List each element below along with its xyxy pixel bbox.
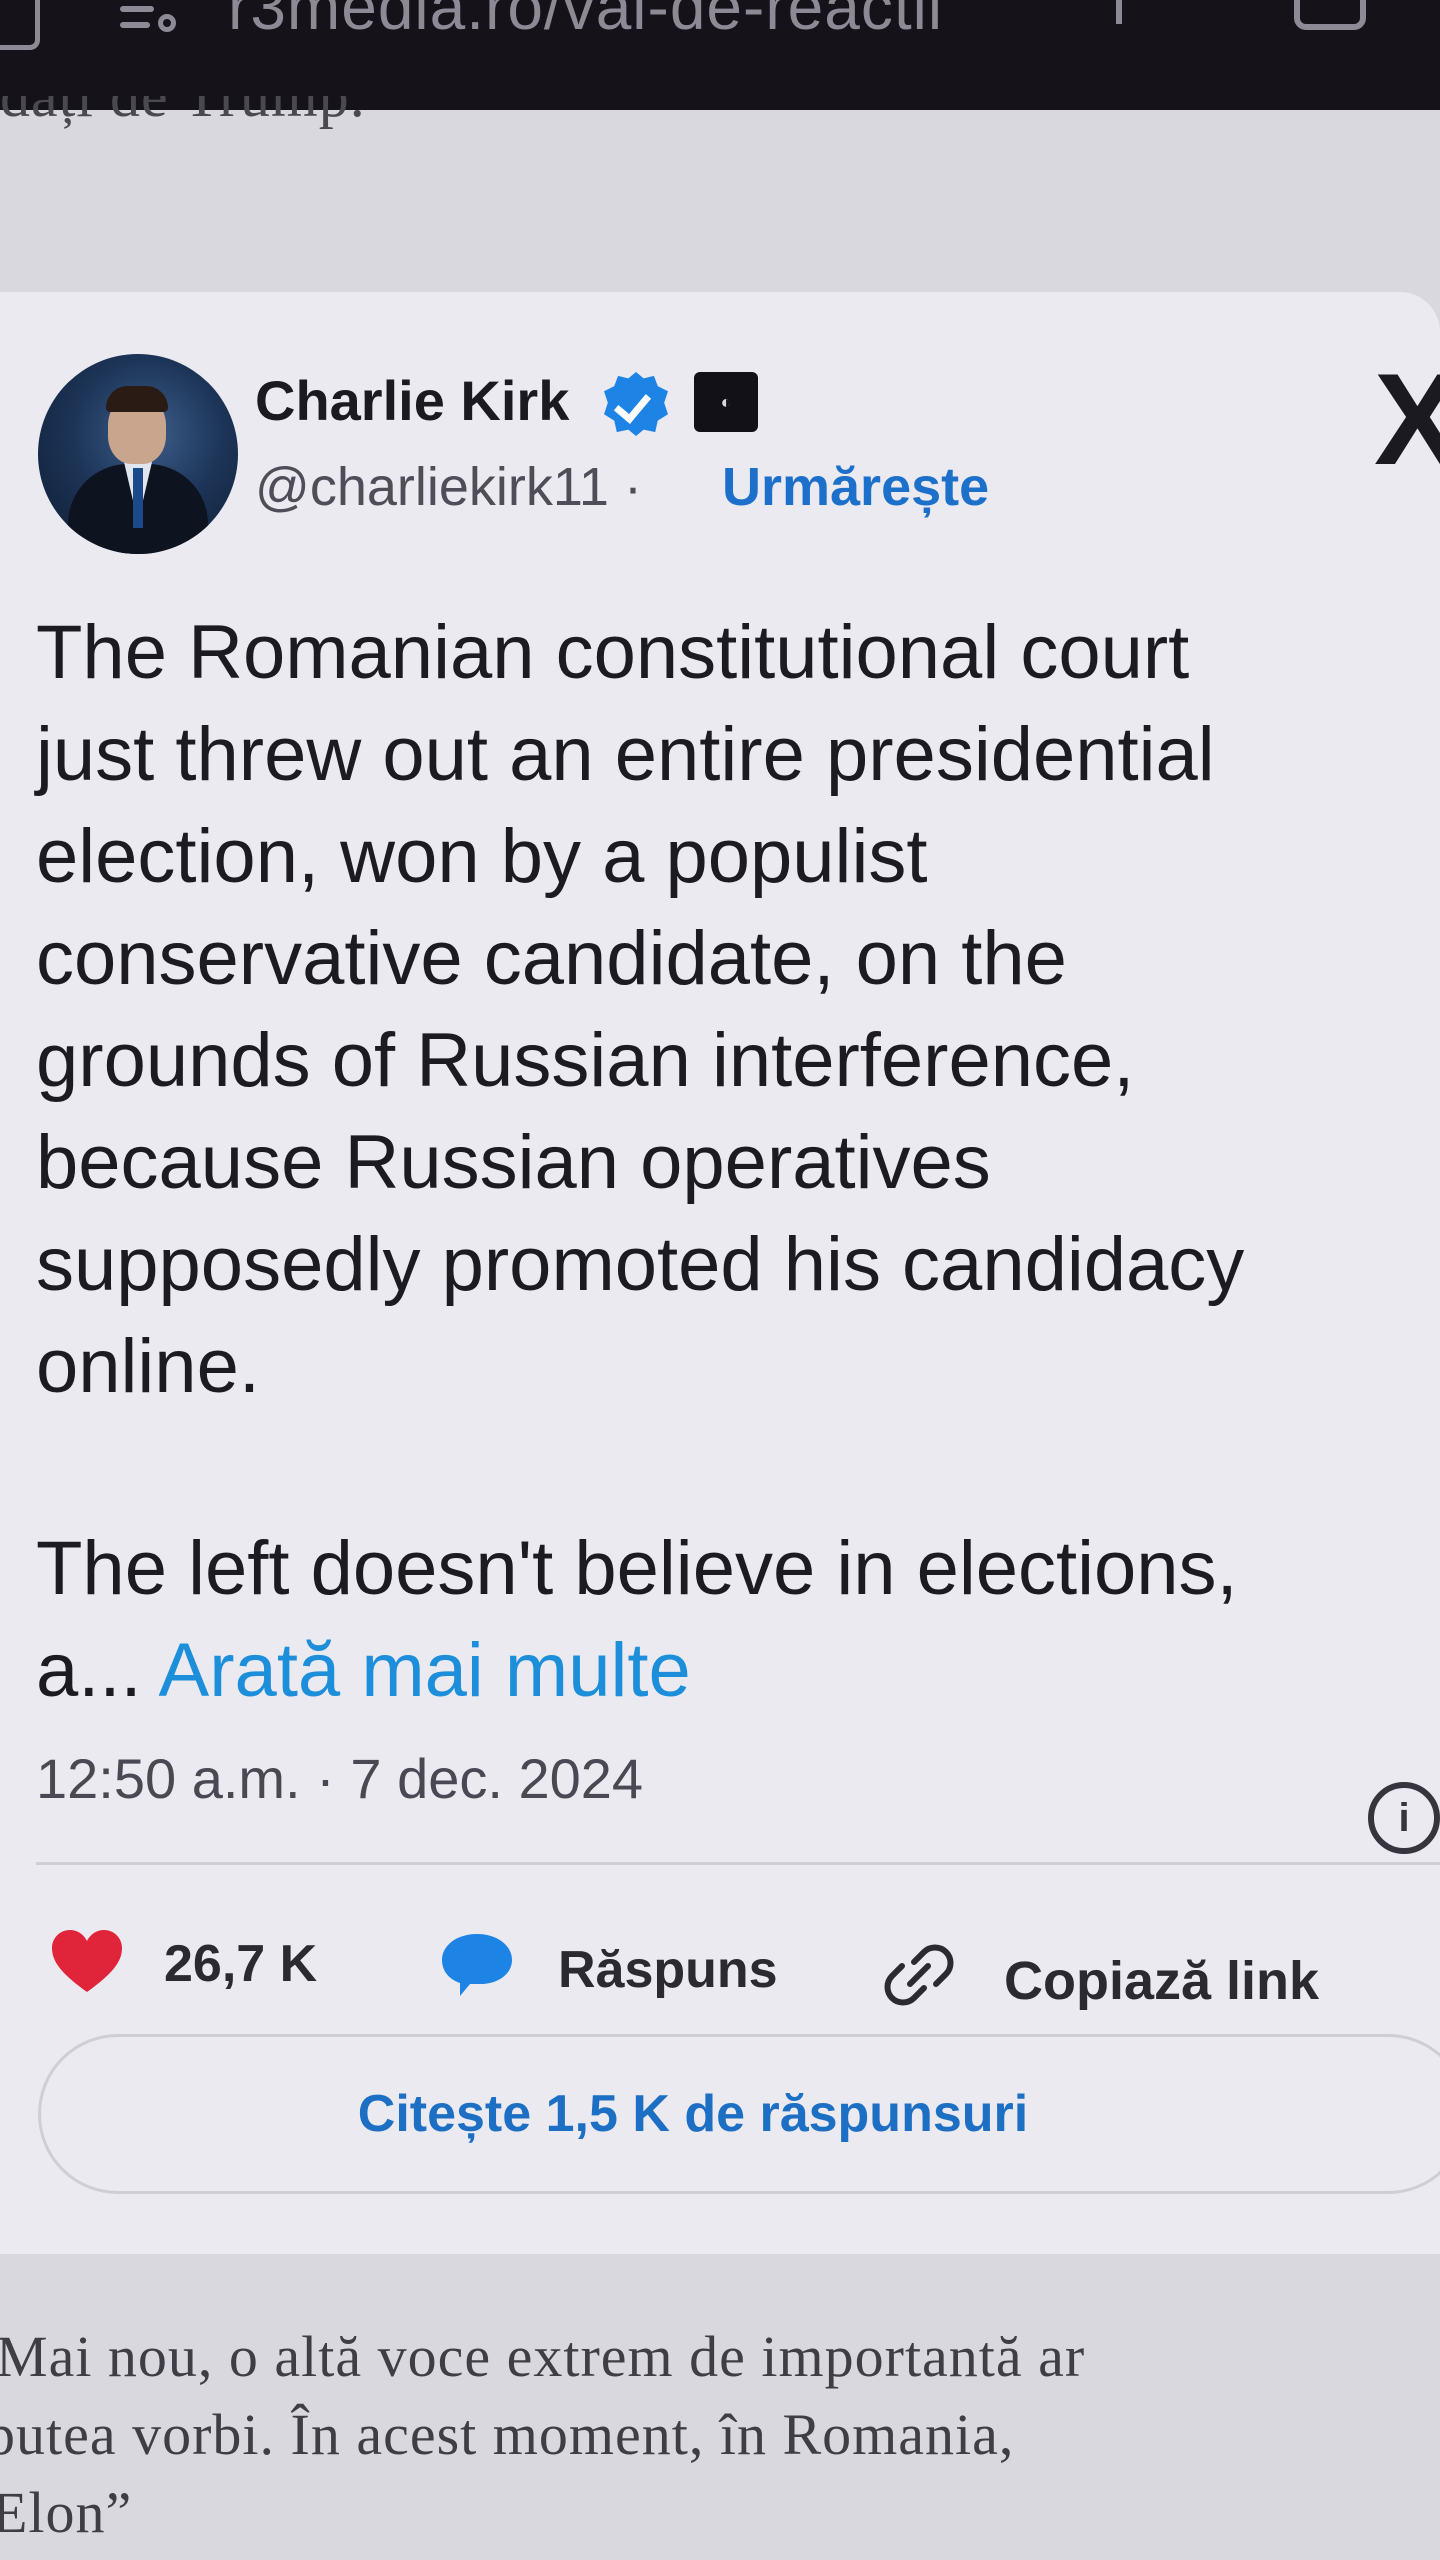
tweet-timestamp[interactable]: 12:50 a.m. · 7 dec. 2024 [36, 1746, 643, 1811]
article-paragraph-line: Elon” [0, 2480, 133, 2545]
site-info-icon[interactable] [120, 0, 182, 40]
tabs-icon[interactable] [1294, 0, 1366, 30]
tweet-text-line-last: a... Arată mai multe [36, 1628, 691, 1713]
tweet-text-line: online. [36, 1324, 260, 1409]
verified-icon [604, 372, 668, 436]
reply-button[interactable]: Răspuns [558, 1940, 778, 2000]
link-icon[interactable] [884, 1940, 954, 2010]
tweet-text-line: conservative candidate, on the [36, 916, 1067, 1001]
article-text-top: dați de Trump. [0, 96, 1440, 154]
toolbar-divider [1116, 0, 1122, 24]
like-count[interactable]: 26,7 K [164, 1934, 317, 1994]
divider [36, 1862, 1440, 1865]
article-text-bottom: Mai nou, o altă voce extrem de important… [0, 2318, 1440, 2552]
show-more-link[interactable]: Arată mai multe [159, 1628, 691, 1713]
tweet-actions: 26,7 K Răspuns Copiază link [0, 1910, 1440, 2030]
tweet-text-line: grounds of Russian interference, [36, 1018, 1135, 1103]
affiliate-badge-icon[interactable]: ◐ [694, 372, 758, 432]
tweet-text-line: just threw out an entire presidential [36, 712, 1215, 797]
tweet-text-line: supposedly promoted his candidacy [36, 1222, 1245, 1307]
reply-icon[interactable] [440, 1932, 514, 1998]
author-handle[interactable]: @charliekirk11 · [255, 456, 642, 518]
article-paragraph-line: putea vorbi. În acest moment, în Romania… [0, 2402, 1015, 2467]
article-fragment: dați de Trump. [0, 96, 366, 129]
article-paragraph-line: Mai nou, o altă voce extrem de important… [0, 2324, 1086, 2389]
url-text[interactable]: r3media.ro/vai-de-reactii [228, 0, 943, 44]
tweet-text-line: election, won by a populist [36, 814, 928, 899]
avatar[interactable] [38, 354, 238, 554]
read-replies-button[interactable]: Citește 1,5 K de răspunsuri [38, 2034, 1440, 2194]
info-icon[interactable]: i [1368, 1782, 1440, 1854]
x-logo-icon[interactable]: X [1374, 354, 1440, 484]
tweet-text-line: The left doesn't believe in elections, [36, 1526, 1238, 1611]
copy-link-button[interactable]: Copiază link [1004, 1950, 1319, 2012]
browser-address-bar: r3media.ro/vai-de-reactii [0, 0, 1440, 110]
tweet-text-line: The Romanian constitutional court [36, 610, 1190, 695]
tweet-embed-card: Charlie Kirk ◐ @charliekirk11 · Urmăreșt… [0, 292, 1440, 2254]
follow-link[interactable]: Urmărește [722, 456, 989, 518]
tweet-text: The Romanian constitutional court just t… [36, 602, 1436, 1722]
tweet-text-line: because Russian operatives [36, 1120, 991, 1205]
author-name[interactable]: Charlie Kirk [255, 368, 569, 433]
back-icon[interactable] [0, 0, 40, 50]
heart-icon[interactable] [52, 1930, 122, 1994]
